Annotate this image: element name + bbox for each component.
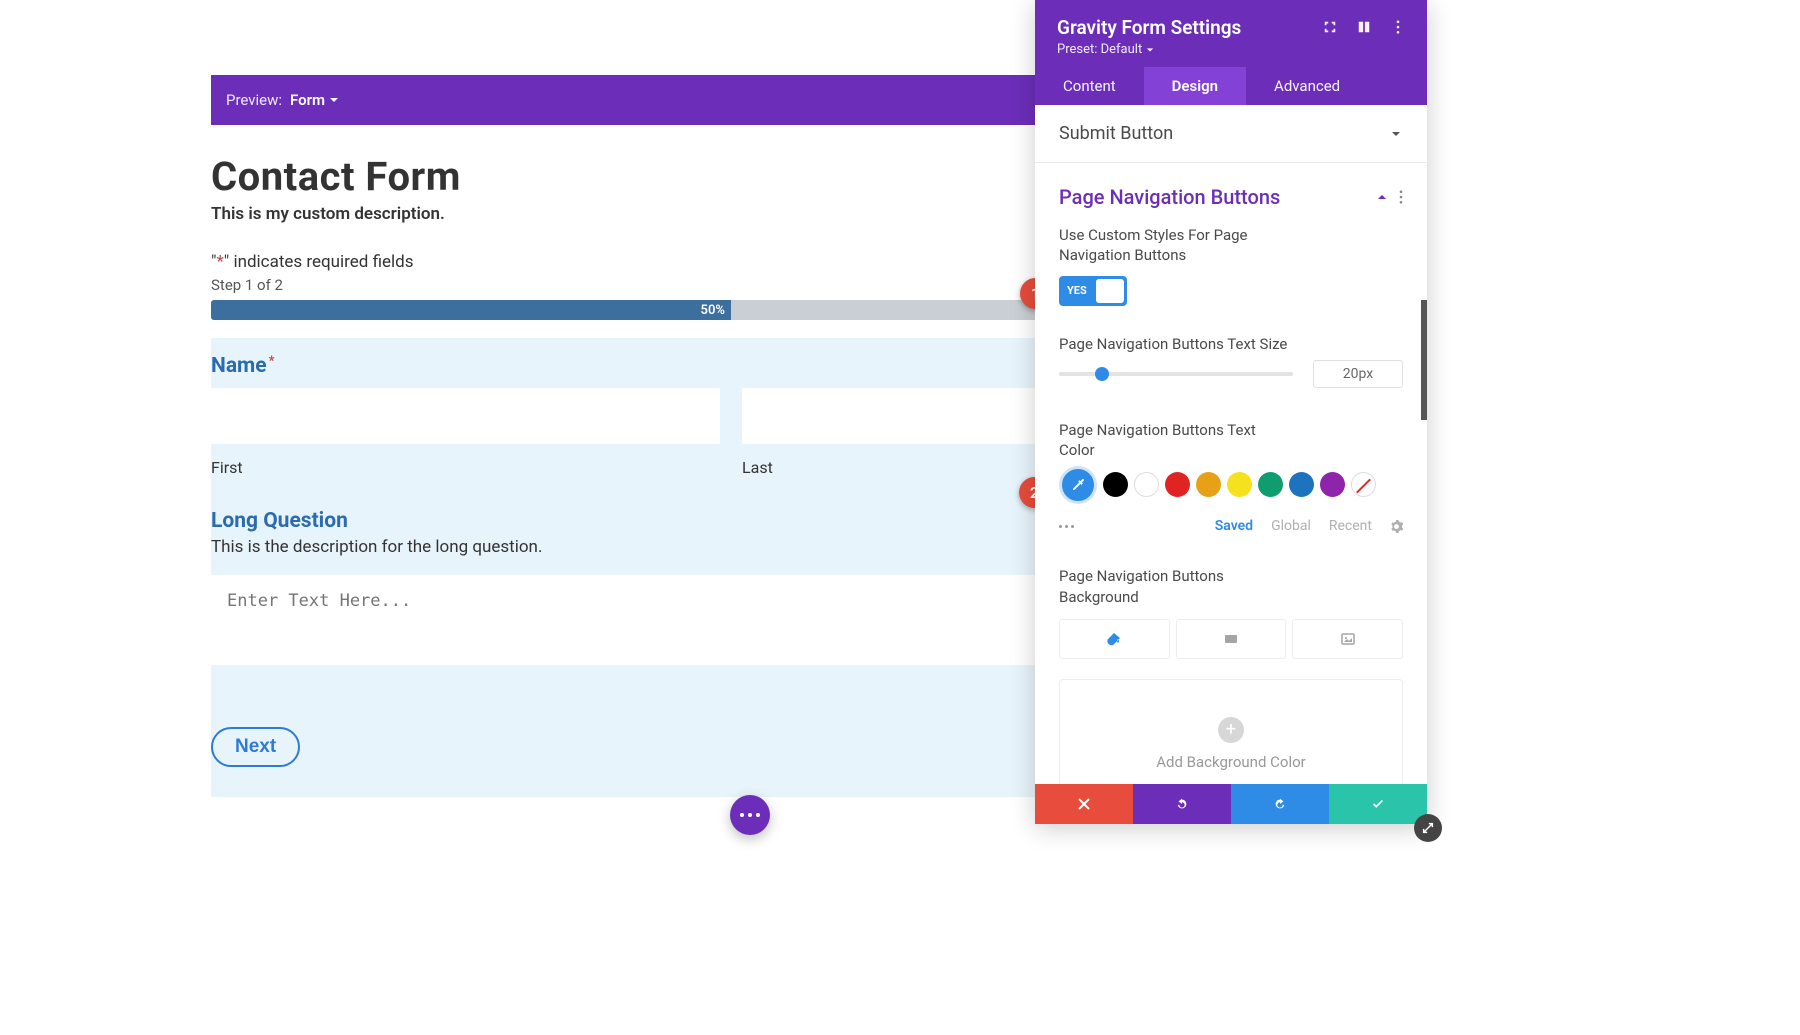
toggle-yes-text: YES [1067, 284, 1087, 297]
add-bg-button[interactable]: + [1218, 717, 1244, 743]
tab-advanced[interactable]: Advanced [1246, 67, 1368, 105]
background-label: Page Navigation Buttons Background [1059, 566, 1289, 607]
progress-percent: 50% [701, 303, 725, 318]
palette-tab-saved[interactable]: Saved [1215, 518, 1253, 534]
submit-button-section[interactable]: Submit Button [1035, 105, 1427, 163]
slider-thumb[interactable] [1095, 367, 1109, 381]
eyedropper-icon [1070, 477, 1086, 493]
resize-icon [1421, 821, 1435, 835]
text-size-value[interactable]: 20px [1313, 360, 1403, 388]
preview-mode-value: Form [290, 91, 325, 109]
text-size-option: Page Navigation Buttons Text Size 20px [1035, 326, 1427, 388]
progress-fill: 50% [211, 300, 731, 320]
tab-design[interactable]: Design [1144, 67, 1246, 105]
palette-more-icon[interactable] [1059, 525, 1074, 528]
text-color-option: Page Navigation Buttons Text Color Saved… [1035, 412, 1427, 535]
custom-styles-label: Use Custom Styles For Page Navigation Bu… [1059, 225, 1289, 266]
toggle-knob [1096, 279, 1124, 303]
close-button[interactable] [1035, 784, 1133, 824]
swatch-blue[interactable] [1289, 472, 1314, 497]
bg-tab-gradient[interactable] [1176, 619, 1287, 659]
page-nav-section-header[interactable]: Page Navigation Buttons [1035, 163, 1427, 217]
panel-tabs: Content Design Advanced [1035, 67, 1427, 105]
text-color-label: Page Navigation Buttons Text Color [1059, 420, 1289, 461]
panel-footer [1035, 784, 1427, 824]
custom-styles-toggle[interactable]: YES [1059, 276, 1127, 306]
panel-header: Gravity Form Settings Preset: Default [1035, 0, 1427, 67]
swatch-black[interactable] [1103, 472, 1128, 497]
page-nav-section-title: Page Navigation Buttons [1059, 185, 1280, 209]
more-options-button[interactable] [730, 795, 770, 835]
chevron-down-icon [329, 95, 339, 105]
background-tabs [1059, 619, 1403, 659]
submit-button-label: Submit Button [1059, 123, 1173, 144]
asterisk-icon: * [216, 252, 223, 272]
bg-tab-color[interactable] [1059, 619, 1170, 659]
palette-meta-row: Saved Global Recent [1059, 518, 1403, 534]
image-icon [1340, 631, 1356, 647]
swatch-green[interactable] [1258, 472, 1283, 497]
required-asterisk-icon: * [269, 354, 275, 369]
panel-scrollbar[interactable] [1421, 300, 1427, 420]
bg-tab-image[interactable] [1292, 619, 1403, 659]
chevron-up-icon[interactable] [1375, 190, 1389, 204]
kebab-icon[interactable] [1391, 20, 1405, 34]
first-name-input[interactable] [211, 388, 720, 444]
layout-icon[interactable] [1357, 20, 1371, 34]
undo-button[interactable] [1133, 784, 1231, 824]
gradient-icon [1223, 631, 1239, 647]
palette-tab-recent[interactable]: Recent [1329, 518, 1372, 534]
redo-button[interactable] [1231, 784, 1329, 824]
panel-title: Gravity Form Settings [1057, 16, 1241, 39]
tab-content[interactable]: Content [1035, 67, 1144, 105]
color-picker-button[interactable] [1059, 466, 1097, 504]
swatch-none[interactable] [1351, 472, 1376, 497]
color-swatches [1059, 472, 1403, 504]
add-bg-label: Add Background Color [1156, 753, 1306, 771]
redo-icon [1273, 797, 1287, 811]
preview-mode-dropdown[interactable]: Form [290, 91, 339, 109]
background-option: Page Navigation Buttons Background [1035, 558, 1427, 659]
swatch-red[interactable] [1165, 472, 1190, 497]
preview-label: Preview: [226, 91, 282, 109]
preset-dropdown[interactable]: Preset: Default [1057, 42, 1241, 57]
palette-tab-global[interactable]: Global [1271, 518, 1311, 534]
first-name-sublabel: First [211, 458, 720, 477]
swatch-white[interactable] [1134, 472, 1159, 497]
check-icon [1371, 797, 1385, 811]
chevron-down-icon [1146, 46, 1154, 54]
undo-icon [1175, 797, 1189, 811]
close-icon [1077, 797, 1091, 811]
save-button[interactable] [1329, 784, 1427, 824]
custom-styles-option: Use Custom Styles For Page Navigation Bu… [1035, 217, 1427, 306]
swatch-orange[interactable] [1196, 472, 1221, 497]
fill-icon [1106, 631, 1122, 647]
next-button[interactable]: Next [211, 727, 300, 767]
palette-settings-icon[interactable] [1390, 520, 1403, 533]
text-size-label: Page Navigation Buttons Text Size [1059, 334, 1289, 354]
expand-icon[interactable] [1323, 20, 1337, 34]
text-size-slider[interactable] [1059, 372, 1293, 376]
section-kebab-icon[interactable] [1399, 190, 1403, 204]
swatch-purple[interactable] [1320, 472, 1345, 497]
settings-panel: Gravity Form Settings Preset: Default Co… [1035, 0, 1427, 824]
resize-handle[interactable] [1414, 814, 1442, 842]
chevron-down-icon [1389, 127, 1403, 141]
swatch-yellow[interactable] [1227, 472, 1252, 497]
